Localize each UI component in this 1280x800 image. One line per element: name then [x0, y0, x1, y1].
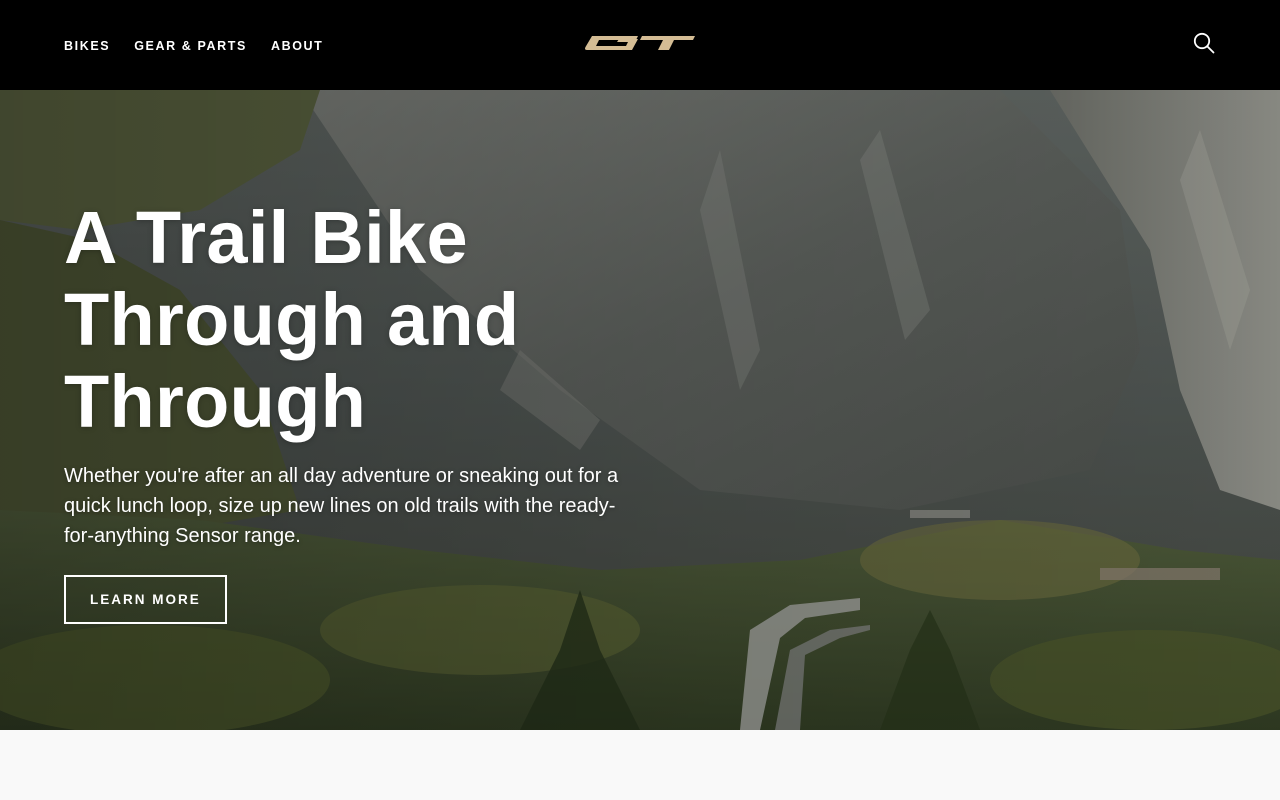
below-fold-section: [0, 730, 1280, 800]
nav-link-about[interactable]: ABOUT: [271, 38, 323, 54]
hero-content: A Trail Bike Through and Through Whether…: [64, 197, 664, 624]
nav-link-bikes[interactable]: BIKES: [64, 38, 110, 54]
learn-more-button[interactable]: LEARN MORE: [64, 575, 227, 624]
hero-title: A Trail Bike Through and Through: [64, 197, 664, 443]
site-header: BIKES GEAR & PARTS ABOUT: [0, 0, 1280, 90]
hero-section: A Trail Bike Through and Through Whether…: [0, 90, 1280, 730]
hero-title-line-1: A Trail Bike: [64, 196, 468, 279]
gt-logo[interactable]: [584, 33, 696, 51]
hero-description: Whether you're after an all day adventur…: [64, 465, 619, 547]
main-nav: BIKES GEAR & PARTS ABOUT: [64, 38, 323, 54]
gt-logo-icon: [585, 36, 695, 50]
hero-title-line-2: Through and: [64, 278, 520, 361]
search-button[interactable]: [1190, 29, 1218, 57]
search-icon: [1193, 32, 1215, 54]
hero-title-line-3: Through: [64, 360, 367, 443]
nav-link-gear-parts[interactable]: GEAR & PARTS: [134, 38, 247, 54]
